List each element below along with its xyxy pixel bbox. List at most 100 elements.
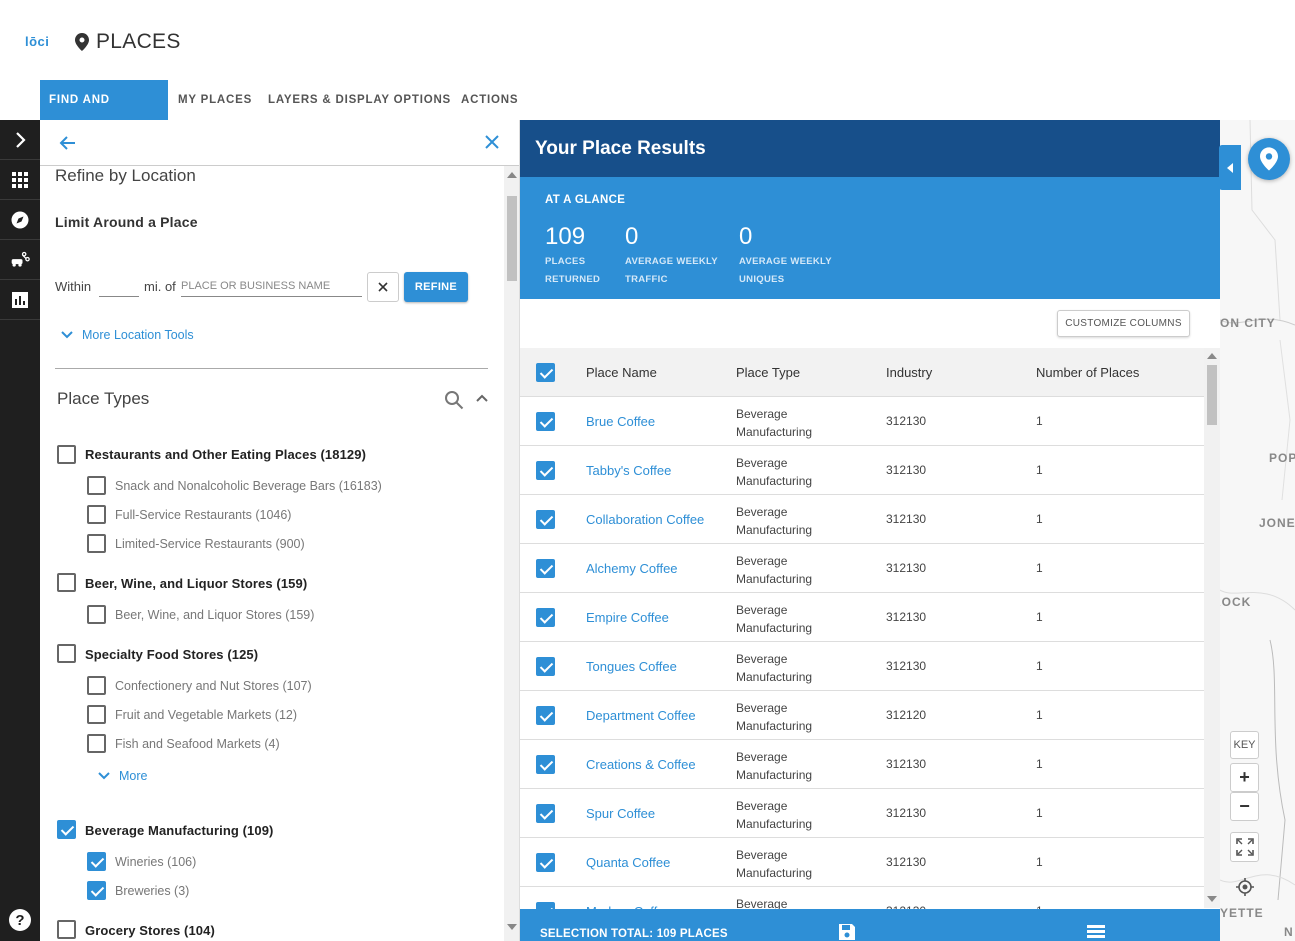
place-name-link[interactable]: Alchemy Coffee	[586, 561, 678, 576]
panel-scrollbar[interactable]	[504, 166, 519, 941]
customize-columns-button[interactable]: CUSTOMIZE COLUMNS	[1057, 310, 1190, 337]
zoom-in-button[interactable]: +	[1230, 763, 1259, 792]
checkbox-specialty-food[interactable]	[57, 644, 76, 663]
chevron-up-icon[interactable]	[474, 390, 490, 406]
table-row[interactable]: Spur Coffee Beverage Manufacturing 312130 1	[520, 789, 1204, 838]
table-row[interactable]: Department Coffee Beverage Manufacturing 31…	[520, 691, 1204, 740]
row-checkbox[interactable]	[536, 510, 555, 529]
map-label: ON CITY	[1220, 316, 1276, 330]
row-checkbox[interactable]	[536, 853, 555, 872]
checkbox-beer-wine-liquor-sub[interactable]	[87, 605, 106, 624]
column-place-type[interactable]: Place Type	[736, 365, 800, 380]
rail-analytics-button[interactable]	[0, 280, 40, 320]
table-row[interactable]: Tongues Coffee Beverage Manufacturing 31213…	[520, 642, 1204, 691]
checkbox-snack-bars[interactable]	[87, 476, 106, 495]
radius-miles-input[interactable]	[99, 275, 139, 297]
checkbox-wineries[interactable]	[87, 852, 106, 871]
row-checkbox[interactable]	[536, 657, 555, 676]
place-name-link[interactable]: Spur Coffee	[586, 806, 655, 821]
place-type-line: Beverage	[736, 799, 788, 813]
place-name-link[interactable]: Brue Coffee	[586, 414, 655, 429]
tab-actions[interactable]: ACTIONS	[452, 80, 527, 120]
save-icon[interactable]	[838, 923, 856, 941]
search-icon[interactable]	[444, 390, 464, 410]
tab-find-and-define[interactable]: FIND AND DEFINE	[40, 80, 168, 146]
checkbox-confectionery[interactable]	[87, 676, 106, 695]
app-logo[interactable]: lōci	[25, 34, 49, 49]
close-icon[interactable]	[482, 132, 502, 152]
row-checkbox[interactable]	[536, 608, 555, 627]
zoom-out-button[interactable]: −	[1230, 792, 1259, 821]
rail-compass-button[interactable]	[0, 200, 40, 240]
more-location-tools-link[interactable]: More Location Tools	[60, 328, 194, 342]
refine-button[interactable]: REFINE	[404, 272, 468, 302]
expand-rail-button[interactable]	[0, 120, 40, 160]
place-name-link[interactable]: Creations & Coffee	[586, 757, 696, 772]
table-row[interactable]: Creations & Coffee Beverage Manufacturing 3…	[520, 740, 1204, 789]
table-view-icon[interactable]	[1087, 923, 1105, 941]
select-all-checkbox[interactable]	[536, 363, 555, 382]
miles-of-label: mi. of	[144, 279, 176, 294]
table-row[interactable]: Brue Coffee Beverage Manufacturing 312130 1	[520, 397, 1204, 446]
scroll-up-icon[interactable]	[1207, 353, 1217, 359]
map-places-button[interactable]	[1248, 138, 1290, 180]
checkbox-grocery[interactable]	[57, 920, 76, 939]
place-name-link[interactable]: Quanta Coffee	[586, 855, 670, 870]
row-checkbox[interactable]	[536, 559, 555, 578]
place-results-panel: Your Place Results AT A GLANCE 109 PLACE…	[520, 120, 1220, 941]
checkbox-breweries[interactable]	[87, 881, 106, 900]
app-header: lōci PLACES FIND AND DEFINE MY PLACES LA…	[0, 0, 1295, 146]
tab-layers-display-options[interactable]: LAYERS & DISPLAY OPTIONS	[259, 80, 460, 120]
stat-label: AVERAGE WEEKLY	[739, 256, 832, 267]
place-type-line: Manufacturing	[736, 523, 813, 537]
place-type-cell: Beverage Manufacturing	[736, 650, 856, 686]
place-name-link[interactable]: Tongues Coffee	[586, 659, 677, 674]
more-place-types-link[interactable]: More	[97, 769, 147, 783]
row-checkbox[interactable]	[536, 461, 555, 480]
checkbox-beer-wine-liquor[interactable]	[57, 573, 76, 592]
collapse-results-tab[interactable]	[1219, 145, 1241, 190]
locate-me-button[interactable]	[1230, 872, 1259, 902]
place-name-link[interactable]: Department Coffee	[586, 708, 696, 723]
close-icon	[378, 282, 388, 292]
rail-grid-button[interactable]	[0, 160, 40, 200]
checkbox-limited-service[interactable]	[87, 534, 106, 553]
scroll-down-icon[interactable]	[507, 924, 517, 930]
checkbox-fruit-vegetable[interactable]	[87, 705, 106, 724]
category-label: Beverage Manufacturing (109)	[85, 823, 274, 838]
checkbox-beverage-manufacturing[interactable]	[57, 820, 76, 839]
subcategory-label: Snack and Nonalcoholic Beverage Bars (16…	[115, 479, 382, 493]
place-business-name-input[interactable]	[181, 275, 362, 297]
panel-scrollbar-thumb[interactable]	[507, 196, 517, 281]
left-rail	[0, 120, 40, 941]
checkbox-restaurants[interactable]	[57, 445, 76, 464]
row-checkbox[interactable]	[536, 755, 555, 774]
table-row[interactable]: Tabby's Coffee Beverage Manufacturing 31213…	[520, 446, 1204, 495]
table-row[interactable]: Alchemy Coffee Beverage Manufacturing 31213…	[520, 544, 1204, 593]
results-scrollbar[interactable]	[1204, 348, 1220, 908]
table-row[interactable]: Quanta Coffee Beverage Manufacturing 312130…	[520, 838, 1204, 887]
column-place-name[interactable]: Place Name	[586, 365, 657, 380]
table-row[interactable]: Collaboration Coffee Beverage Manufacturin…	[520, 495, 1204, 544]
row-checkbox[interactable]	[536, 804, 555, 823]
column-industry[interactable]: Industry	[886, 365, 932, 380]
help-button[interactable]: ?	[9, 909, 31, 931]
row-checkbox[interactable]	[536, 412, 555, 431]
map-key-button[interactable]: KEY	[1230, 731, 1259, 759]
clear-location-button[interactable]	[367, 272, 399, 302]
rail-traffic-button[interactable]	[0, 240, 40, 280]
place-name-link[interactable]: Tabby's Coffee	[586, 463, 671, 478]
back-arrow-icon[interactable]	[56, 132, 78, 154]
results-scrollbar-thumb[interactable]	[1207, 365, 1217, 425]
checkbox-fish-seafood[interactable]	[87, 734, 106, 753]
table-row[interactable]: Empire Coffee Beverage Manufacturing 312130…	[520, 593, 1204, 642]
column-number-of-places[interactable]: Number of Places	[1036, 365, 1139, 380]
tab-my-places[interactable]: MY PLACES	[169, 80, 261, 120]
row-checkbox[interactable]	[536, 706, 555, 725]
fullscreen-button[interactable]	[1230, 832, 1259, 862]
checkbox-full-service[interactable]	[87, 505, 106, 524]
place-name-link[interactable]: Empire Coffee	[586, 610, 669, 625]
scroll-up-icon[interactable]	[507, 172, 517, 178]
scroll-down-icon[interactable]	[1207, 896, 1217, 902]
place-name-link[interactable]: Collaboration Coffee	[586, 512, 704, 527]
